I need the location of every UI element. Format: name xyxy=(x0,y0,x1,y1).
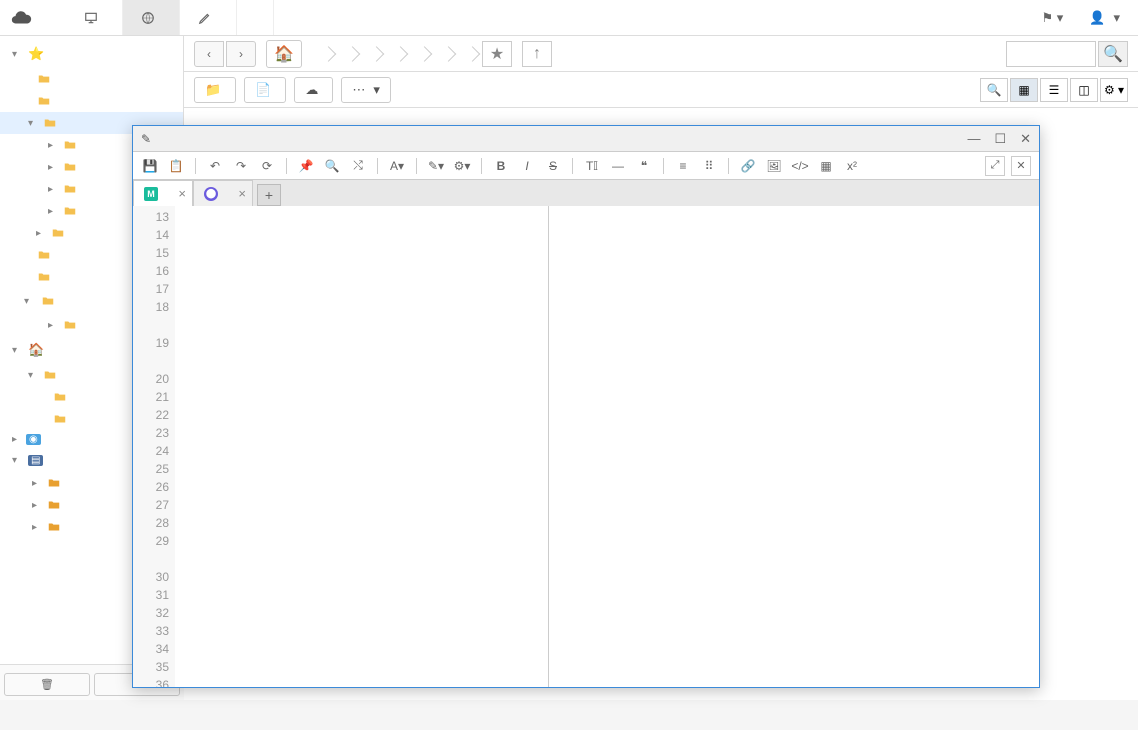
grid-view[interactable]: ▦ xyxy=(1010,78,1038,102)
bc-item[interactable] xyxy=(304,50,328,58)
close-panel-button[interactable]: ✕ xyxy=(1011,156,1031,176)
sidebar-item[interactable] xyxy=(0,68,183,90)
image-icon[interactable]: 🖼 xyxy=(765,157,783,175)
close-tab-icon[interactable]: × xyxy=(238,186,246,201)
bc-item[interactable] xyxy=(328,50,352,58)
globe-icon xyxy=(141,11,155,25)
new-folder-button[interactable]: 📁 xyxy=(194,77,236,103)
recycle-button[interactable]: 🗑 xyxy=(4,673,90,696)
hr-icon[interactable]: — xyxy=(609,157,627,175)
ol-icon[interactable]: ≡ xyxy=(674,157,692,175)
tab-desktop[interactable] xyxy=(66,0,123,35)
ul-icon[interactable]: ⠿ xyxy=(700,157,718,175)
close-button[interactable]: ✕ xyxy=(1020,131,1031,147)
editor-tabs: M × ⬤ × + xyxy=(133,180,1039,206)
new-file-button[interactable]: 📄 xyxy=(244,77,286,103)
bc-item[interactable] xyxy=(352,50,376,58)
top-tabs xyxy=(66,0,274,35)
desktop-icon xyxy=(84,11,98,25)
code-icon[interactable]: </> xyxy=(791,157,809,175)
settings-view[interactable]: ⚙ ▾ xyxy=(1100,78,1128,102)
view-buttons: 🔍 ▦ ☰ ◫ ⚙ ▾ xyxy=(980,78,1128,102)
tab-explorer[interactable] xyxy=(123,0,180,35)
home-button[interactable]: 🏠 xyxy=(266,40,302,68)
undo-icon[interactable]: ↶ xyxy=(206,157,224,175)
italic-icon[interactable]: I xyxy=(518,157,536,175)
bc-item[interactable] xyxy=(424,50,448,58)
back-button[interactable]: ‹ xyxy=(194,41,224,67)
sidebar-item[interactable] xyxy=(0,90,183,112)
upload-button[interactable]: ☁ xyxy=(294,77,333,103)
user-menu[interactable]: 👤 ▾ xyxy=(1081,6,1128,30)
bc-item[interactable] xyxy=(376,50,400,58)
search-input[interactable] xyxy=(1006,41,1096,67)
copy-icon[interactable]: 📋 xyxy=(167,157,185,175)
redo-icon[interactable]: ↷ xyxy=(232,157,250,175)
gutter: 1314151617181920212223242526272829303132… xyxy=(133,206,175,687)
editor-body: 1314151617181920212223242526272829303132… xyxy=(133,206,1039,687)
zoom-button[interactable]: 🔍 xyxy=(980,78,1008,102)
editor-toolbar: 💾 📋 ↶ ↷ ⟳ 📌 🔍 ⤭ A▾ ✎▾ ⚙▾ B I S T𝕀 — ❝ ≡ … xyxy=(133,152,1039,180)
refresh-icon[interactable]: ⟳ xyxy=(258,157,276,175)
tab-adminer[interactable] xyxy=(237,0,274,35)
breadcrumb xyxy=(304,50,472,58)
text-icon[interactable]: T𝕀 xyxy=(583,157,601,175)
star-button[interactable]: ★ xyxy=(482,41,512,67)
tab-editor[interactable] xyxy=(180,0,237,35)
editor-tab-md[interactable]: M × xyxy=(133,180,193,206)
search-icon[interactable]: 🔍 xyxy=(323,157,341,175)
cloud-icon xyxy=(10,7,32,29)
close-tab-icon[interactable]: × xyxy=(178,186,186,201)
shuffle-icon[interactable]: ⤭ xyxy=(349,157,367,175)
header-right: ⚑ ▾ 👤 ▾ xyxy=(1033,6,1128,30)
strike-icon[interactable]: S xyxy=(544,157,562,175)
expand-button[interactable]: ⤢ xyxy=(985,156,1005,176)
table-icon[interactable]: ▦ xyxy=(817,157,835,175)
forward-button[interactable]: › xyxy=(226,41,256,67)
bc-item[interactable] xyxy=(448,50,472,58)
link-icon[interactable]: 🔗 xyxy=(739,157,757,175)
nav-toolbar: ‹ › 🏠 ★ ↑ 🔍 xyxy=(184,36,1138,72)
maximize-button[interactable]: ☐ xyxy=(994,131,1006,147)
split-view[interactable]: ◫ xyxy=(1070,78,1098,102)
add-tab-button[interactable]: + xyxy=(257,184,281,206)
window-titlebar[interactable]: ✎ — ☐ ✕ xyxy=(133,126,1039,152)
code-content[interactable] xyxy=(175,206,548,687)
bc-item[interactable] xyxy=(400,50,424,58)
save-icon[interactable]: 💾 xyxy=(141,157,159,175)
more-button[interactable]: ⋯ ▾ xyxy=(341,77,391,103)
flag-menu[interactable]: ⚑ ▾ xyxy=(1033,6,1071,30)
minimize-button[interactable]: — xyxy=(967,131,980,147)
pencil-icon xyxy=(198,11,212,25)
font-icon[interactable]: A▾ xyxy=(388,157,406,175)
bold-icon[interactable]: B xyxy=(492,157,510,175)
highlight-icon[interactable]: ✎▾ xyxy=(427,157,445,175)
up-button[interactable]: ↑ xyxy=(522,41,552,67)
pin-icon[interactable]: 📌 xyxy=(297,157,315,175)
logo xyxy=(10,7,36,29)
gear-icon[interactable]: ⚙▾ xyxy=(453,157,471,175)
list-view[interactable]: ☰ xyxy=(1040,78,1068,102)
action-toolbar: 📁 📄 ☁ ⋯ ▾ 🔍 ▦ ☰ ◫ ⚙ ▾ xyxy=(184,72,1138,108)
search-button[interactable]: 🔍 xyxy=(1098,41,1128,67)
editor-tab-php[interactable]: ⬤ × xyxy=(193,180,253,206)
quote-icon[interactable]: ❝ xyxy=(635,157,653,175)
bookmark-header[interactable]: ▾⭐ xyxy=(0,40,183,68)
header: ⚑ ▾ 👤 ▾ xyxy=(0,0,1138,36)
code-pane[interactable]: 1314151617181920212223242526272829303132… xyxy=(133,206,549,687)
editor-window: ✎ — ☐ ✕ 💾 📋 ↶ ↷ ⟳ 📌 🔍 ⤭ A▾ ✎▾ ⚙▾ B I S T… xyxy=(132,125,1040,688)
sup-icon[interactable]: x² xyxy=(843,157,861,175)
